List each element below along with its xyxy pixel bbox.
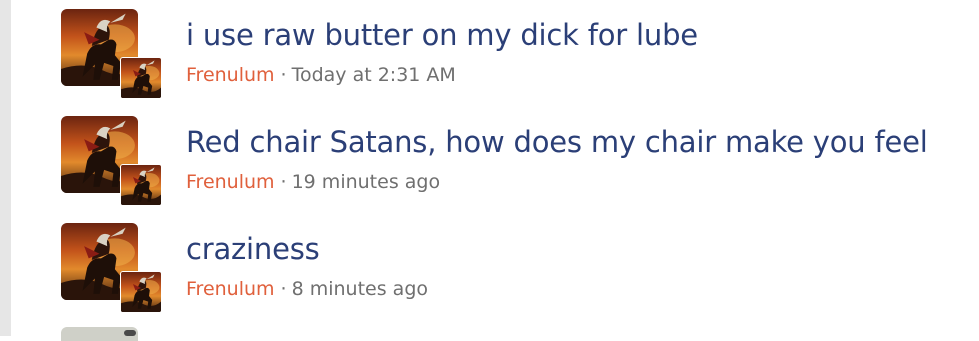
thread-item: i use raw butter on my dick for lube Fre… bbox=[0, 0, 979, 106]
thread-title-link[interactable]: Red chair Satans, how does my chair make… bbox=[186, 123, 928, 161]
thread-avatar[interactable] bbox=[61, 223, 162, 313]
meta-separator: · bbox=[280, 278, 287, 300]
thread-time[interactable]: 8 minutes ago bbox=[292, 278, 428, 300]
thread-time[interactable]: Today at 2:31 AM bbox=[292, 64, 456, 86]
meta-separator: · bbox=[280, 171, 287, 193]
author-link[interactable]: Frenulum bbox=[186, 278, 275, 300]
last-poster-avatar-image[interactable] bbox=[120, 164, 162, 206]
last-poster-avatar-image[interactable] bbox=[120, 271, 162, 313]
thread-meta: Frenulum · Today at 2:31 AM bbox=[186, 62, 456, 88]
thread-title-link[interactable]: craziness bbox=[186, 230, 320, 268]
last-poster-avatar-image[interactable] bbox=[120, 57, 162, 99]
meta-separator: · bbox=[280, 64, 287, 86]
thread-item: Red chair Satans, how does my chair make… bbox=[0, 107, 979, 213]
author-link[interactable]: Frenulum bbox=[186, 171, 275, 193]
thread-title-link[interactable]: i use raw butter on my dick for lube bbox=[186, 16, 698, 54]
thread-avatar[interactable] bbox=[61, 9, 162, 99]
thread-avatar[interactable] bbox=[61, 116, 162, 206]
author-link[interactable]: Frenulum bbox=[186, 64, 275, 86]
thread-meta: Frenulum · 8 minutes ago bbox=[186, 276, 428, 302]
thread-time[interactable]: 19 minutes ago bbox=[292, 171, 441, 193]
next-thread-avatar-partial[interactable] bbox=[61, 327, 138, 341]
thread-meta: Frenulum · 19 minutes ago bbox=[186, 169, 440, 195]
thread-item: craziness Frenulum · 8 minutes ago bbox=[0, 214, 979, 320]
